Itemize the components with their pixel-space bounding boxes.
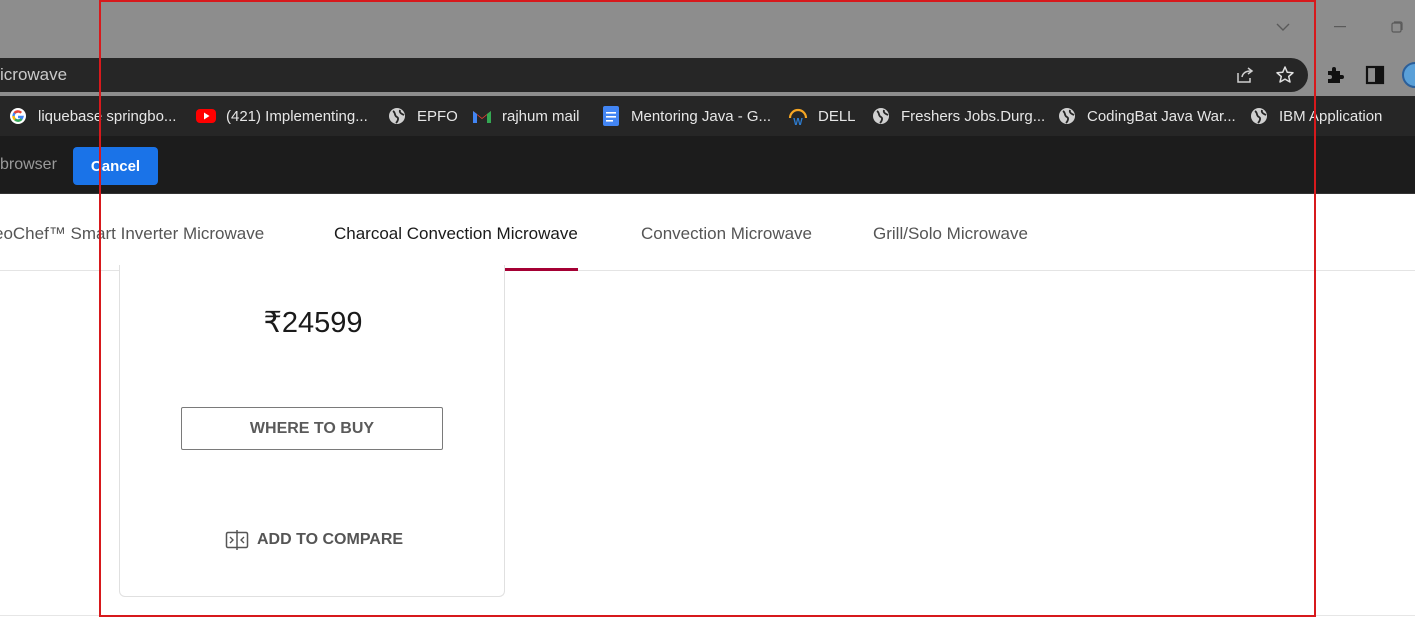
browser-title-bar [0,0,1415,52]
svg-text:W: W [793,117,803,126]
bookmark-item[interactable]: liquebase springbo... [8,96,176,136]
bookmarks-bar: liquebase springbo... (421) Implementing… [0,96,1415,136]
section-divider [0,615,1415,616]
minimize-icon[interactable] [1327,14,1353,40]
globe-icon [1057,106,1077,126]
bookmark-label: Mentoring Java - G... [631,107,772,125]
globe-icon [871,106,891,126]
share-icon[interactable] [1235,65,1255,85]
bookmark-item[interactable]: CodingBat Java War... [1057,96,1236,136]
tab-convection[interactable]: Convection Microwave [641,196,812,271]
infobar-text: browser [0,156,57,173]
restore-icon[interactable] [1384,14,1410,40]
bookmark-label: (421) Implementing... [226,107,368,125]
bookmark-star-icon[interactable] [1275,65,1295,85]
cancel-button[interactable]: Cancel [73,147,158,185]
extensions-puzzle-icon[interactable] [1324,64,1346,86]
bookmark-label: rajhum mail [502,107,580,125]
bookmark-item[interactable]: (421) Implementing... [196,96,368,136]
add-to-compare-button[interactable]: ADD TO COMPARE [225,527,403,553]
bookmark-item[interactable]: Freshers Jobs.Durg... [871,96,1045,136]
compare-icon [225,529,249,551]
dell-icon: W [788,106,808,126]
bookmark-item[interactable]: rajhum mail [472,96,580,136]
address-bar[interactable]: icrowave [0,58,1308,92]
category-tabs: eoChef™ Smart Inverter Microwave Charcoa… [0,196,1415,271]
docs-icon [601,106,621,126]
bookmark-label: IBM Application [1279,107,1383,125]
bookmark-item[interactable]: EPFO [387,96,458,136]
gmail-icon [472,106,492,126]
address-row: icrowave [0,52,1415,96]
bookmark-item[interactable]: W DELL [788,96,856,136]
side-panel-icon[interactable] [1364,64,1386,86]
bookmark-item[interactable]: Mentoring Java - G... [601,96,771,136]
bookmark-item[interactable]: IBM Application [1249,96,1382,136]
address-bar-text[interactable]: icrowave [0,58,67,92]
tab-search-chevron-icon[interactable] [1270,14,1296,40]
youtube-icon [196,106,216,126]
browser-infobar: browser Cancel [0,136,1415,194]
product-price: ₹24599 [263,307,363,339]
tab-charcoal-convection[interactable]: Charcoal Convection Microwave [334,196,578,271]
globe-icon [1249,106,1269,126]
where-to-buy-button[interactable]: WHERE TO BUY [181,407,443,450]
bookmark-label: DELL [818,107,856,125]
product-card: ₹24599 WHERE TO BUY ADD TO COMPARE [119,265,505,597]
bookmark-label: liquebase springbo... [38,107,177,125]
add-to-compare-label: ADD TO COMPARE [257,531,404,548]
tab-neochef-smart-inverter[interactable]: eoChef™ Smart Inverter Microwave [0,196,264,271]
globe-icon [387,106,407,126]
google-icon [8,106,28,126]
bookmark-label: EPFO [417,107,458,125]
bookmark-label: CodingBat Java War... [1087,107,1236,125]
bookmark-label: Freshers Jobs.Durg... [901,107,1046,125]
tab-grill-solo[interactable]: Grill/Solo Microwave [873,196,1028,271]
